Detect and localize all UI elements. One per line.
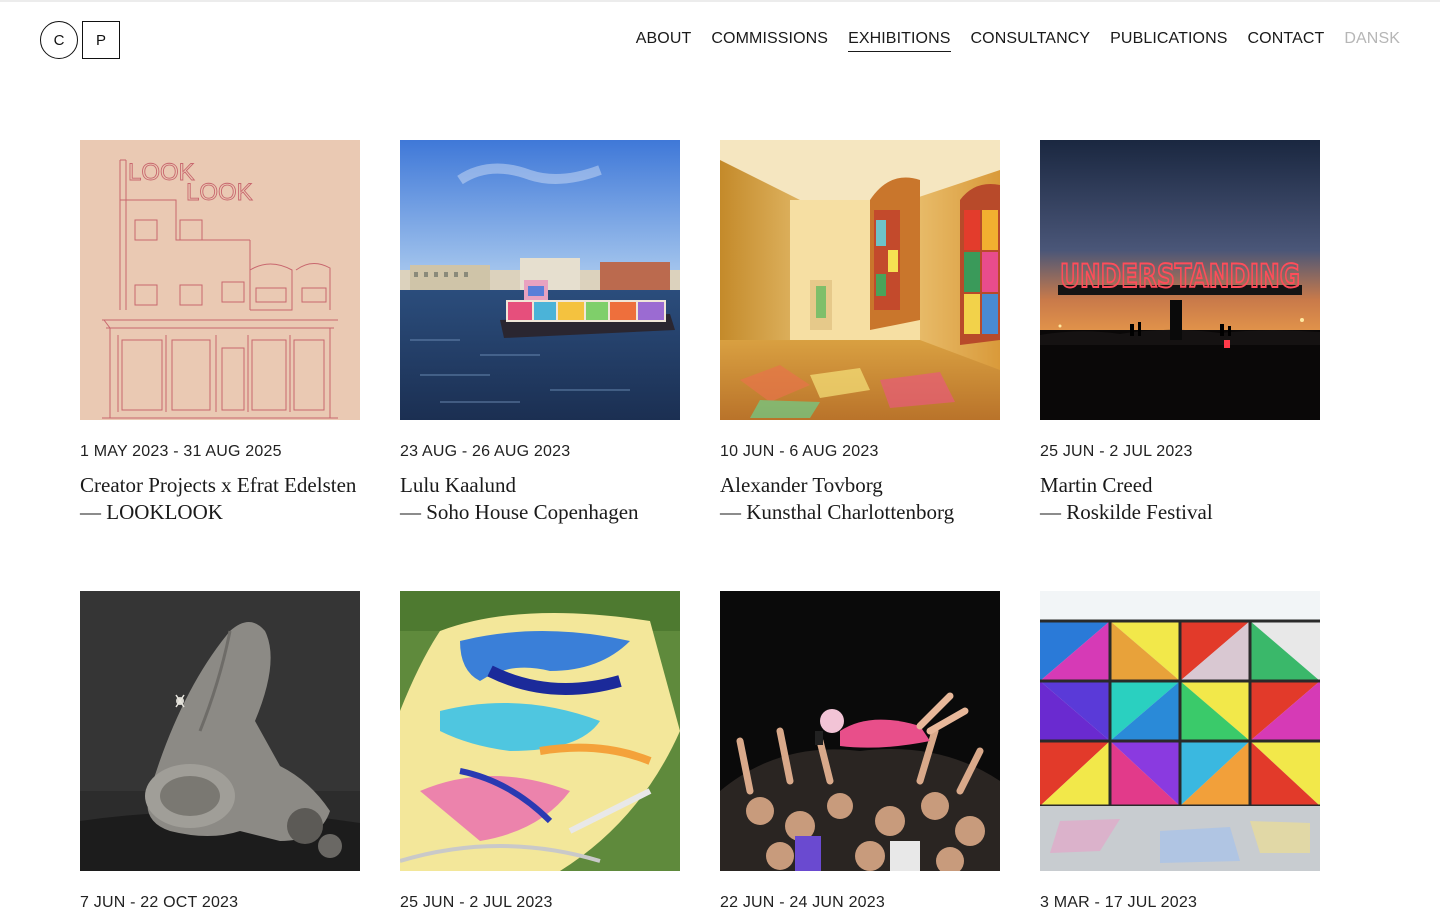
- exhibition-card[interactable]: 7 JUN - 22 OCT 2023: [80, 591, 360, 913]
- exhibition-title-block[interactable]: Martin Creed — Roskilde Festival: [1040, 472, 1320, 526]
- image-lettering-2: LOOK: [186, 179, 253, 206]
- exhibition-date: 23 AUG - 26 AUG 2023: [400, 443, 571, 460]
- exhibition-date: 3 MAR - 17 JUL 2023: [1040, 894, 1198, 911]
- exhibition-image-concert-crowd[interactable]: [720, 591, 1000, 871]
- painted-ground-artwork-image: [400, 591, 680, 871]
- exhibition-card[interactable]: 25 JUN - 2 JUL 2023: [400, 591, 680, 913]
- neon-sign-sunset-image: UNDERSTANDING: [1040, 140, 1320, 420]
- exhibition-image-painted-boat[interactable]: [400, 140, 680, 420]
- exhibition-card[interactable]: UNDERSTANDING 25 JUN - 2 JUL 2023 Martin…: [1040, 140, 1320, 526]
- site-logo[interactable]: C P: [40, 21, 120, 59]
- main-navigation: ABOUT COMMISSIONS EXHIBITIONS CONSULTANC…: [636, 28, 1400, 52]
- image-lettering: LOOK: [128, 159, 195, 186]
- site-header: C P ABOUT COMMISSIONS EXHIBITIONS CONSUL…: [0, 0, 1440, 80]
- exhibition-date: 25 JUN - 2 JUL 2023: [1040, 443, 1193, 460]
- exhibition-image-colored-glass[interactable]: [1040, 591, 1320, 871]
- exhibition-card[interactable]: 23 AUG - 26 AUG 2023 Lulu Kaalund — Soho…: [400, 140, 680, 526]
- nav-about[interactable]: ABOUT: [636, 28, 692, 52]
- exhibition-venue: — LOOKLOOK: [80, 500, 223, 524]
- exhibition-image-neon-sign[interactable]: UNDERSTANDING: [1040, 140, 1320, 420]
- painted-boat-harbour-image: [400, 140, 680, 420]
- exhibition-title: Creator Projects x Efrat Edelsten: [80, 473, 357, 497]
- exhibition-date: 10 JUN - 6 AUG 2023: [720, 443, 879, 460]
- exhibition-title: Lulu Kaalund: [400, 473, 517, 497]
- exhibition-image-stained-glass-hall[interactable]: [720, 140, 1000, 420]
- logo-circle-letter: C: [40, 21, 78, 59]
- exhibition-card[interactable]: 3 MAR - 17 JUL 2023: [1040, 591, 1320, 913]
- crowd-surfing-concert-image: [720, 591, 1000, 871]
- exhibition-date: 25 JUN - 2 JUL 2023: [400, 894, 553, 911]
- exhibition-card[interactable]: 22 JUN - 24 JUN 2023: [720, 591, 1000, 913]
- exhibition-title-block[interactable]: Creator Projects x Efrat Edelsten — LOOK…: [80, 472, 360, 526]
- exhibition-date: 7 JUN - 22 OCT 2023: [80, 894, 239, 911]
- exhibition-image-painted-ground[interactable]: [400, 591, 680, 871]
- line-drawing-building-image: LOOK LOOK: [80, 140, 360, 420]
- exhibition-date: 22 JUN - 24 JUN 2023: [720, 894, 885, 911]
- exhibition-venue: — Roskilde Festival: [1040, 500, 1213, 524]
- colored-glass-window-image: [1040, 591, 1320, 871]
- exhibition-title: Martin Creed: [1040, 473, 1153, 497]
- nav-exhibitions[interactable]: EXHIBITIONS: [848, 28, 951, 52]
- exhibition-card[interactable]: LOOK LOOK 1 MAY 2023 - 31 AUG 2025 Creat…: [80, 140, 360, 526]
- exhibition-title-block[interactable]: Alexander Tovborg — Kunsthal Charlottenb…: [720, 472, 1000, 526]
- stained-glass-hall-image: [720, 140, 1000, 420]
- nav-contact[interactable]: CONTACT: [1248, 28, 1325, 52]
- exhibition-title: Alexander Tovborg: [720, 473, 883, 497]
- exhibition-venue: — Soho House Copenhagen: [400, 500, 639, 524]
- exhibition-date: 1 MAY 2023 - 31 AUG 2025: [80, 443, 282, 460]
- exhibition-image-line-drawing-building[interactable]: LOOK LOOK: [80, 140, 360, 420]
- nav-commissions[interactable]: COMMISSIONS: [711, 28, 828, 52]
- exhibition-title-block[interactable]: Lulu Kaalund — Soho House Copenhagen: [400, 472, 680, 526]
- exhibition-venue: — Kunsthal Charlottenborg: [720, 500, 955, 524]
- nav-language-dansk[interactable]: DANSK: [1344, 28, 1400, 52]
- exhibition-image-stone-sculpture[interactable]: [80, 591, 360, 871]
- logo-square-letter: P: [82, 21, 120, 59]
- neon-sign-lettering: UNDERSTANDING: [1060, 257, 1300, 295]
- exhibition-card[interactable]: 10 JUN - 6 AUG 2023 Alexander Tovborg — …: [720, 140, 1000, 526]
- nav-publications[interactable]: PUBLICATIONS: [1110, 28, 1227, 52]
- nav-consultancy[interactable]: CONSULTANCY: [971, 28, 1091, 52]
- stone-sculpture-image: [80, 591, 360, 871]
